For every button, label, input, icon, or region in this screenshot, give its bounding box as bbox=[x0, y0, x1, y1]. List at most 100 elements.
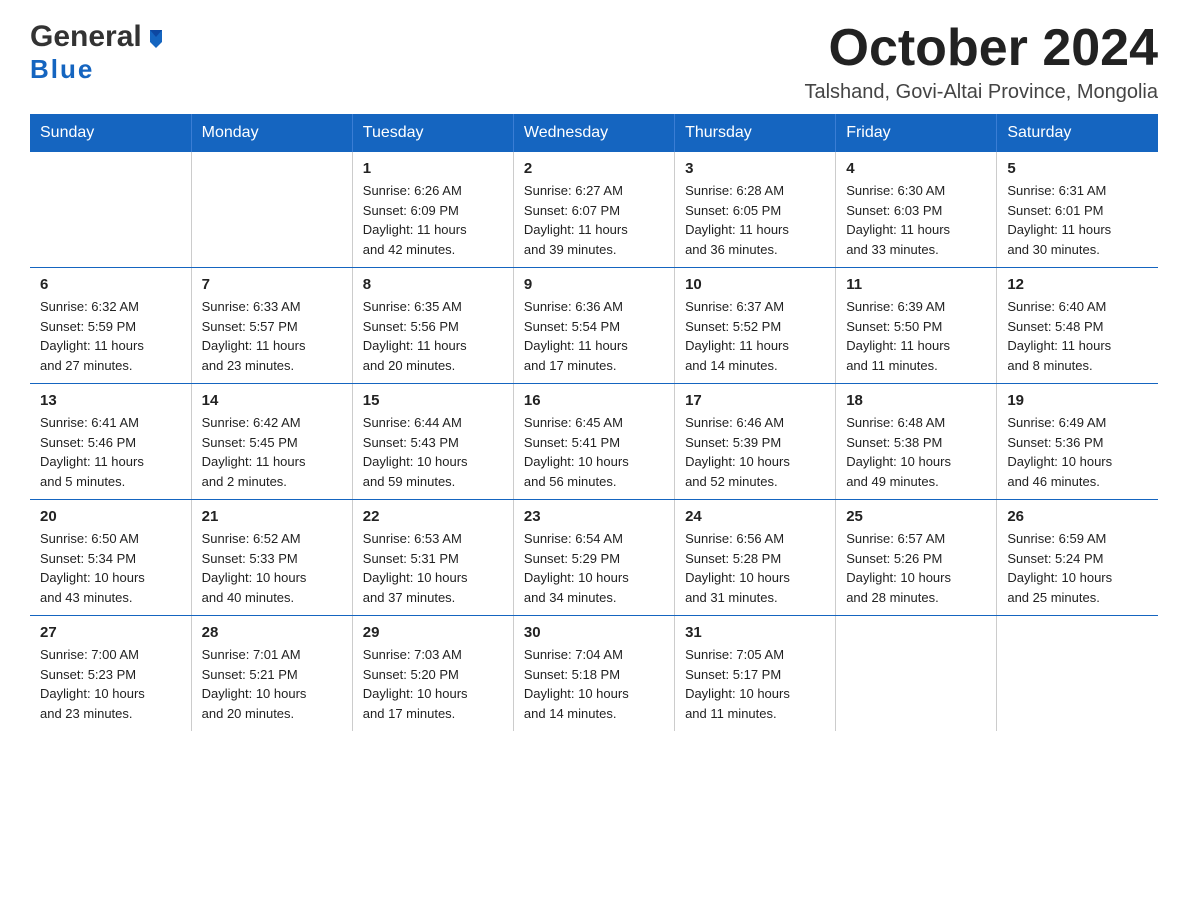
calendar-cell: 14 Sunrise: 6:42 AMSunset: 5:45 PMDayligh… bbox=[191, 384, 352, 500]
calendar-cell: 25Sunrise: 6:57 AMSunset: 5:26 PMDayligh… bbox=[836, 500, 997, 616]
calendar-cell: 4 Sunrise: 6:30 AMSunset: 6:03 PMDaylight… bbox=[836, 152, 997, 268]
day-number: 1 bbox=[363, 160, 503, 177]
day-number: 19 bbox=[1007, 392, 1148, 409]
calendar-cell: 24Sunrise: 6:56 AMSunset: 5:28 PMDayligh… bbox=[675, 500, 836, 616]
day-info: Sunrise: 7:01 AMSunset: 5:21 PMDaylight:… bbox=[202, 645, 342, 723]
day-info: Sunrise: 6:37 AMSunset: 5:52 PMDaylight:… bbox=[685, 297, 825, 375]
day-info: Sunrise: 6:44 AMSunset: 5:43 PMDaylight:… bbox=[363, 413, 503, 491]
day-info: Sunrise: 6:39 AMSunset: 5:50 PMDaylight:… bbox=[846, 297, 986, 375]
calendar-cell: 19 Sunrise: 6:49 AMSunset: 5:36 PMDayligh… bbox=[997, 384, 1158, 500]
day-number: 5 bbox=[1007, 160, 1148, 177]
calendar-week-row: 27 Sunrise: 7:00 AMSunset: 5:23 PMDayligh… bbox=[30, 616, 1158, 732]
logo-blue-text: Blue bbox=[30, 54, 94, 85]
calendar-cell bbox=[836, 616, 997, 732]
calendar-cell: 18 Sunrise: 6:48 AMSunset: 5:38 PMDayligh… bbox=[836, 384, 997, 500]
calendar-week-row: 20 Sunrise: 6:50 AMSunset: 5:34 PMDayligh… bbox=[30, 500, 1158, 616]
calendar-cell bbox=[191, 152, 352, 268]
day-info: Sunrise: 6:54 AMSunset: 5:29 PMDaylight:… bbox=[524, 529, 664, 607]
day-number: 28 bbox=[202, 624, 342, 641]
calendar-cell: 3 Sunrise: 6:28 AMSunset: 6:05 PMDaylight… bbox=[675, 152, 836, 268]
calendar-cell: 29Sunrise: 7:03 AMSunset: 5:20 PMDayligh… bbox=[352, 616, 513, 732]
day-number: 18 bbox=[846, 392, 986, 409]
calendar-cell: 2 Sunrise: 6:27 AMSunset: 6:07 PMDaylight… bbox=[513, 152, 674, 268]
calendar-week-row: 1 Sunrise: 6:26 AMSunset: 6:09 PMDaylight… bbox=[30, 152, 1158, 268]
calendar-cell: 31 Sunrise: 7:05 AMSunset: 5:17 PMDayligh… bbox=[675, 616, 836, 732]
day-number: 29 bbox=[363, 624, 503, 641]
day-header-sunday: Sunday bbox=[30, 114, 191, 152]
logo-arrow-icon bbox=[145, 28, 167, 50]
calendar-cell bbox=[997, 616, 1158, 732]
calendar-header-row: SundayMondayTuesdayWednesdayThursdayFrid… bbox=[30, 114, 1158, 152]
calendar-cell: 9 Sunrise: 6:36 AMSunset: 5:54 PMDaylight… bbox=[513, 268, 674, 384]
day-number: 26 bbox=[1007, 508, 1148, 525]
calendar-cell: 6Sunrise: 6:32 AMSunset: 5:59 PMDaylight… bbox=[30, 268, 191, 384]
day-info: Sunrise: 6:36 AMSunset: 5:54 PMDaylight:… bbox=[524, 297, 664, 375]
day-number: 27 bbox=[40, 624, 181, 641]
calendar-cell: 5 Sunrise: 6:31 AMSunset: 6:01 PMDaylight… bbox=[997, 152, 1158, 268]
day-info: Sunrise: 6:32 AMSunset: 5:59 PMDaylight:… bbox=[40, 297, 181, 375]
calendar-cell: 16 Sunrise: 6:45 AMSunset: 5:41 PMDayligh… bbox=[513, 384, 674, 500]
title-area: October 2024 Talshand, Govi-Altai Provin… bbox=[804, 20, 1158, 104]
day-number: 9 bbox=[524, 276, 664, 293]
day-header-friday: Friday bbox=[836, 114, 997, 152]
day-number: 31 bbox=[685, 624, 825, 641]
calendar-cell: 15 Sunrise: 6:44 AMSunset: 5:43 PMDayligh… bbox=[352, 384, 513, 500]
day-number: 2 bbox=[524, 160, 664, 177]
calendar-cell: 7Sunrise: 6:33 AMSunset: 5:57 PMDaylight… bbox=[191, 268, 352, 384]
day-info: Sunrise: 6:42 AMSunset: 5:45 PMDaylight:… bbox=[202, 413, 342, 491]
calendar-cell: 11 Sunrise: 6:39 AMSunset: 5:50 PMDayligh… bbox=[836, 268, 997, 384]
day-info: Sunrise: 6:53 AMSunset: 5:31 PMDaylight:… bbox=[363, 529, 503, 607]
day-number: 23 bbox=[524, 508, 664, 525]
day-number: 3 bbox=[685, 160, 825, 177]
calendar-cell: 21Sunrise: 6:52 AMSunset: 5:33 PMDayligh… bbox=[191, 500, 352, 616]
day-number: 10 bbox=[685, 276, 825, 293]
day-info: Sunrise: 6:50 AMSunset: 5:34 PMDaylight:… bbox=[40, 529, 181, 607]
day-info: Sunrise: 6:48 AMSunset: 5:38 PMDaylight:… bbox=[846, 413, 986, 491]
calendar-cell: 13 Sunrise: 6:41 AMSunset: 5:46 PMDayligh… bbox=[30, 384, 191, 500]
day-number: 15 bbox=[363, 392, 503, 409]
day-header-wednesday: Wednesday bbox=[513, 114, 674, 152]
logo-general-text: General bbox=[30, 20, 142, 54]
day-info: Sunrise: 6:59 AMSunset: 5:24 PMDaylight:… bbox=[1007, 529, 1148, 607]
day-number: 11 bbox=[846, 276, 986, 293]
day-number: 20 bbox=[40, 508, 181, 525]
day-header-monday: Monday bbox=[191, 114, 352, 152]
calendar-cell: 12Sunrise: 6:40 AMSunset: 5:48 PMDayligh… bbox=[997, 268, 1158, 384]
day-number: 8 bbox=[363, 276, 503, 293]
day-info: Sunrise: 7:04 AMSunset: 5:18 PMDaylight:… bbox=[524, 645, 664, 723]
day-number: 21 bbox=[202, 508, 342, 525]
day-info: Sunrise: 6:56 AMSunset: 5:28 PMDaylight:… bbox=[685, 529, 825, 607]
day-info: Sunrise: 6:49 AMSunset: 5:36 PMDaylight:… bbox=[1007, 413, 1148, 491]
logo: General Blue bbox=[30, 20, 167, 85]
day-number: 22 bbox=[363, 508, 503, 525]
day-info: Sunrise: 6:57 AMSunset: 5:26 PMDaylight:… bbox=[846, 529, 986, 607]
day-info: Sunrise: 6:26 AMSunset: 6:09 PMDaylight:… bbox=[363, 181, 503, 259]
day-number: 13 bbox=[40, 392, 181, 409]
day-info: Sunrise: 6:28 AMSunset: 6:05 PMDaylight:… bbox=[685, 181, 825, 259]
day-info: Sunrise: 6:40 AMSunset: 5:48 PMDaylight:… bbox=[1007, 297, 1148, 375]
day-number: 4 bbox=[846, 160, 986, 177]
day-info: Sunrise: 6:45 AMSunset: 5:41 PMDaylight:… bbox=[524, 413, 664, 491]
day-number: 16 bbox=[524, 392, 664, 409]
day-info: Sunrise: 6:41 AMSunset: 5:46 PMDaylight:… bbox=[40, 413, 181, 491]
day-number: 14 bbox=[202, 392, 342, 409]
day-info: Sunrise: 6:31 AMSunset: 6:01 PMDaylight:… bbox=[1007, 181, 1148, 259]
calendar-cell: 17Sunrise: 6:46 AMSunset: 5:39 PMDayligh… bbox=[675, 384, 836, 500]
calendar-cell: 8 Sunrise: 6:35 AMSunset: 5:56 PMDaylight… bbox=[352, 268, 513, 384]
month-title: October 2024 bbox=[804, 20, 1158, 77]
day-info: Sunrise: 6:35 AMSunset: 5:56 PMDaylight:… bbox=[363, 297, 503, 375]
day-info: Sunrise: 6:27 AMSunset: 6:07 PMDaylight:… bbox=[524, 181, 664, 259]
calendar-cell: 20 Sunrise: 6:50 AMSunset: 5:34 PMDayligh… bbox=[30, 500, 191, 616]
calendar-cell: 22 Sunrise: 6:53 AMSunset: 5:31 PMDayligh… bbox=[352, 500, 513, 616]
day-number: 30 bbox=[524, 624, 664, 641]
day-info: Sunrise: 6:30 AMSunset: 6:03 PMDaylight:… bbox=[846, 181, 986, 259]
day-info: Sunrise: 7:00 AMSunset: 5:23 PMDaylight:… bbox=[40, 645, 181, 723]
calendar-cell: 1 Sunrise: 6:26 AMSunset: 6:09 PMDaylight… bbox=[352, 152, 513, 268]
day-info: Sunrise: 6:33 AMSunset: 5:57 PMDaylight:… bbox=[202, 297, 342, 375]
calendar-cell: 26 Sunrise: 6:59 AMSunset: 5:24 PMDayligh… bbox=[997, 500, 1158, 616]
calendar-table: SundayMondayTuesdayWednesdayThursdayFrid… bbox=[30, 114, 1158, 731]
calendar-cell: 30 Sunrise: 7:04 AMSunset: 5:18 PMDayligh… bbox=[513, 616, 674, 732]
calendar-cell: 23 Sunrise: 6:54 AMSunset: 5:29 PMDayligh… bbox=[513, 500, 674, 616]
day-info: Sunrise: 7:05 AMSunset: 5:17 PMDaylight:… bbox=[685, 645, 825, 723]
day-header-tuesday: Tuesday bbox=[352, 114, 513, 152]
